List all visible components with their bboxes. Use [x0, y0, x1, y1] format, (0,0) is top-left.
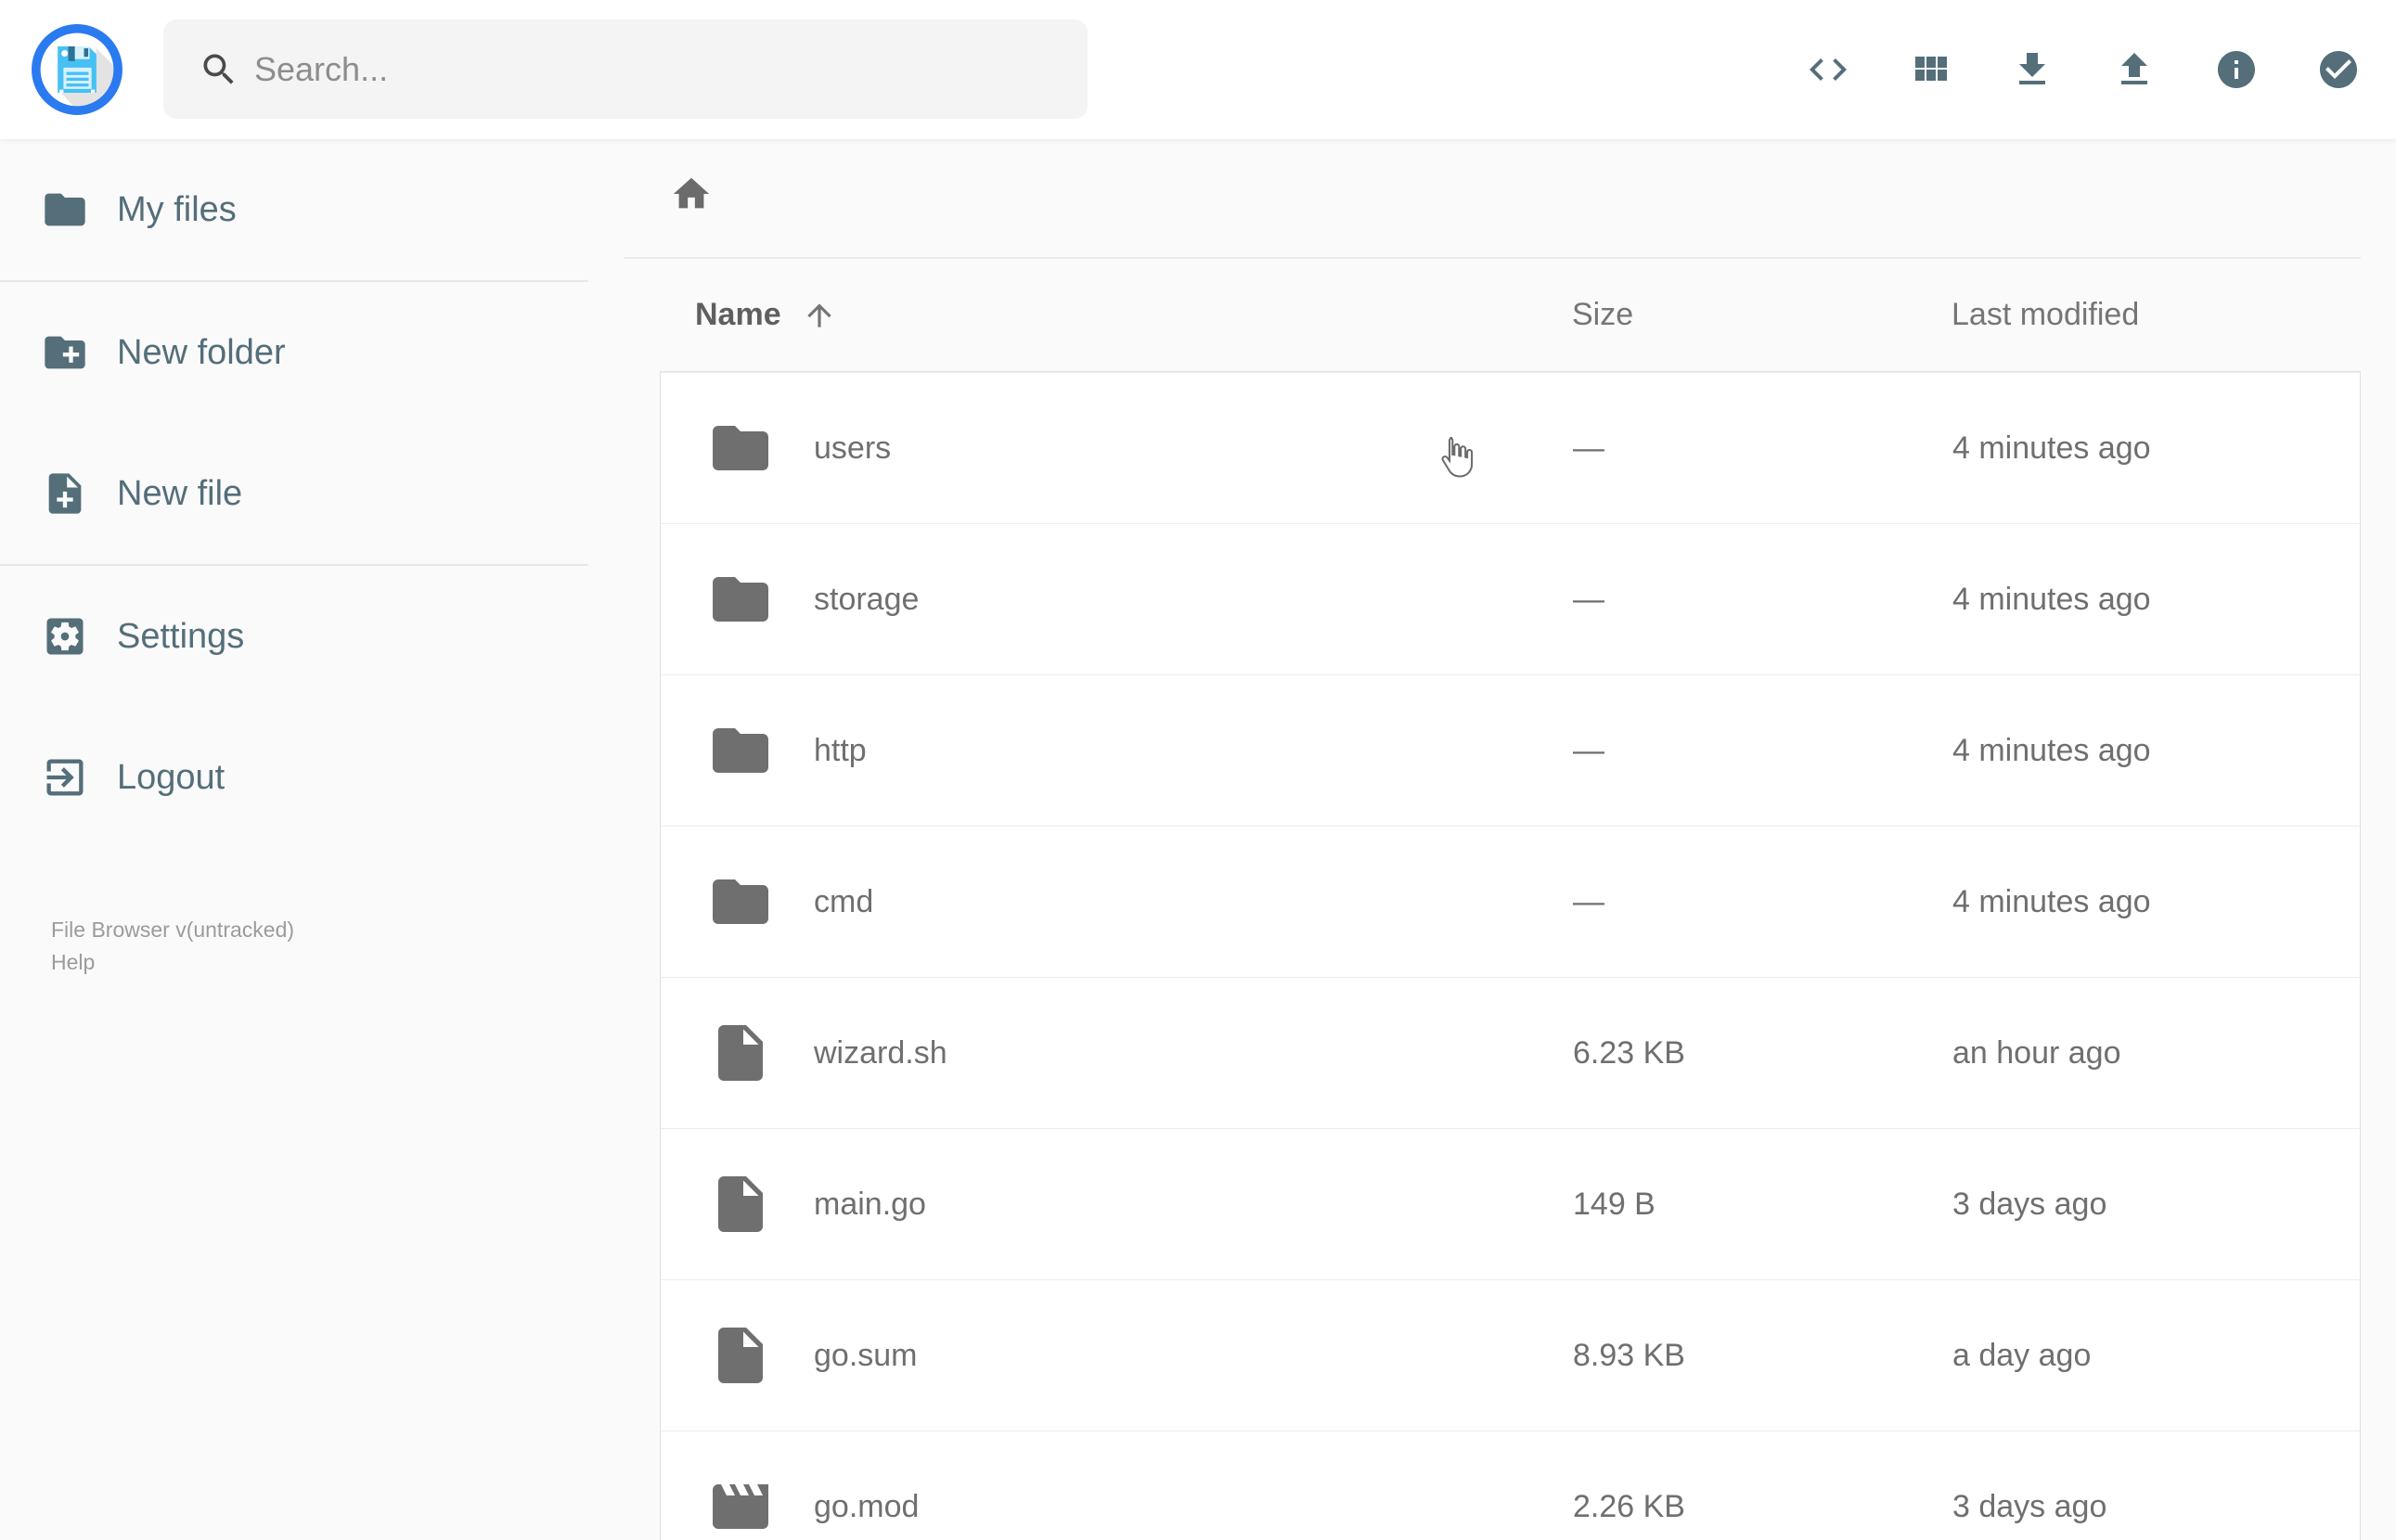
folder-icon [713, 426, 768, 470]
movie-icon [713, 1484, 768, 1529]
logout-icon [46, 759, 84, 796]
column-name-label: Name [695, 297, 781, 332]
file-icon [718, 1025, 763, 1081]
upload-icon[interactable] [2112, 47, 2157, 92]
file-name: wizard.sh [814, 1034, 947, 1071]
search-icon [203, 54, 234, 84]
file-modified: an hour ago [1952, 1034, 2121, 1071]
file-modified: 4 minutes ago [1952, 430, 2151, 466]
row-type-icon [707, 1020, 774, 1086]
create-new-folder-icon [45, 336, 85, 369]
sidebar-item-logout[interactable]: Logout [0, 707, 588, 848]
file-icon [718, 1328, 763, 1383]
row-type-icon [707, 566, 774, 633]
file-name: storage [814, 581, 920, 617]
file-modified: 4 minutes ago [1952, 581, 2151, 617]
sidebar-item-new-folder[interactable]: New folder [0, 282, 588, 423]
folder-icon [713, 879, 768, 924]
folder-icon [713, 577, 768, 622]
switch-view-icon[interactable] [1908, 47, 1952, 92]
file-modified: a day ago [1952, 1337, 2092, 1373]
search-input[interactable] [252, 48, 1062, 90]
sidebar-item-my-files[interactable]: My files [0, 139, 588, 280]
listing-header: Name Size Last modified [660, 259, 2361, 371]
row-type-icon [707, 717, 774, 784]
column-header-modified[interactable]: Last modified [1952, 297, 2361, 333]
file-name: http [814, 732, 867, 768]
row-type-icon [707, 415, 774, 481]
file-size: 149 B [1573, 1186, 1655, 1222]
table-row[interactable]: wizard.sh 6.23 KB an hour ago [661, 977, 2360, 1128]
file-icon [718, 1176, 763, 1232]
file-modified: 3 days ago [1952, 1186, 2107, 1222]
header-toolbar [1806, 0, 2361, 139]
file-size: — [1573, 581, 1604, 617]
file-name: users [814, 430, 892, 466]
sidebar-item-label: Settings [117, 616, 245, 656]
file-size: — [1573, 732, 1604, 768]
file-size: 8.93 KB [1573, 1337, 1685, 1373]
file-modified: 4 minutes ago [1952, 883, 2151, 919]
help-link[interactable]: Help [51, 946, 294, 979]
sidebar-item-label: Logout [117, 757, 225, 797]
floppy-disk-logo-icon [32, 24, 122, 115]
file-listing: users — 4 minutes ago storage — 4 minute… [660, 371, 2361, 1540]
settings-icon [46, 618, 84, 655]
file-size: 6.23 KB [1573, 1034, 1685, 1071]
sidebar: My files New folder New file Settings Lo… [0, 139, 588, 1540]
note-add-icon [48, 473, 82, 514]
sidebar-item-label: New file [117, 473, 243, 513]
version-link[interactable]: File Browser v(untracked) [51, 914, 294, 946]
file-modified: 3 days ago [1952, 1488, 2107, 1524]
folder-icon [45, 193, 85, 226]
sort-ascending-icon [806, 302, 831, 327]
table-row[interactable]: go.mod 2.26 KB 3 days ago [661, 1431, 2360, 1540]
file-name: cmd [814, 883, 874, 919]
table-row[interactable]: main.go 149 B 3 days ago [661, 1128, 2360, 1279]
home-breadcrumb-icon[interactable] [670, 173, 713, 215]
column-header-size[interactable]: Size [1572, 297, 1952, 333]
sidebar-footer: File Browser v(untracked) Help [51, 914, 294, 979]
row-type-icon [707, 1322, 774, 1389]
table-row[interactable]: go.sum 8.93 KB a day ago [661, 1279, 2360, 1431]
select-multiple-icon[interactable] [2316, 47, 2361, 92]
sidebar-item-label: My files [117, 189, 237, 229]
sidebar-item-label: New folder [117, 332, 286, 372]
table-row[interactable]: http — 4 minutes ago [661, 674, 2360, 826]
file-size: 2.26 KB [1573, 1488, 1685, 1524]
row-type-icon [707, 1473, 774, 1540]
table-row[interactable]: users — 4 minutes ago [661, 372, 2360, 523]
table-row[interactable]: storage — 4 minutes ago [661, 523, 2360, 674]
code-icon[interactable] [1806, 47, 1850, 92]
info-icon[interactable] [2214, 47, 2259, 92]
file-modified: 4 minutes ago [1952, 732, 2151, 768]
table-row[interactable]: cmd — 4 minutes ago [661, 826, 2360, 977]
sidebar-item-settings[interactable]: Settings [0, 566, 588, 707]
file-size: — [1573, 883, 1604, 919]
download-icon[interactable] [2010, 47, 2055, 92]
row-type-icon [707, 868, 774, 935]
file-name: main.go [814, 1186, 926, 1222]
top-bar [0, 0, 2396, 139]
column-header-name[interactable]: Name [695, 297, 1572, 333]
file-name: go.sum [814, 1337, 918, 1373]
file-name: go.mod [814, 1488, 920, 1524]
file-size: — [1573, 430, 1604, 466]
app-logo[interactable] [31, 23, 123, 116]
sidebar-item-new-file[interactable]: New file [0, 423, 588, 564]
search-bar[interactable] [163, 19, 1088, 119]
row-type-icon [707, 1171, 774, 1238]
folder-icon [713, 728, 768, 773]
